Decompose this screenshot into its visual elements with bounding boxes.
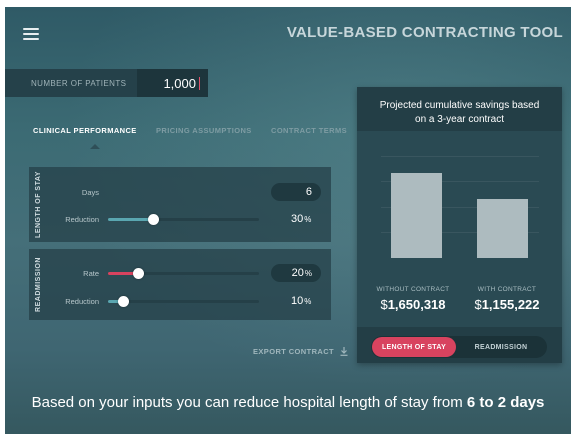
readmission-reduction-value: 10% — [291, 295, 312, 307]
bar-value-label: $1,155,222 — [474, 297, 540, 312]
rate-row: Rate 20% — [29, 264, 331, 282]
app-window: VALUE-BASED CONTRACTING TOOL NUMBER OF P… — [5, 7, 571, 434]
los-reduction-label: Reduction — [65, 214, 99, 224]
summary-text: Based on your inputs you can reduce hosp… — [5, 394, 571, 411]
number-of-patients-label: NUMBER OF PATIENTS — [31, 78, 127, 88]
days-input[interactable]: 6 — [271, 183, 321, 201]
los-reduction-slider-fill — [108, 217, 154, 221]
download-icon — [340, 347, 348, 356]
toggle-readmission[interactable]: READMISSION — [456, 337, 546, 357]
readmission-reduction-row: Reduction 10% — [29, 292, 331, 310]
los-reduction-slider-handle[interactable] — [148, 213, 160, 225]
tab-contract-terms[interactable]: CONTRACT TERMS — [271, 126, 361, 135]
rate-slider[interactable] — [108, 267, 259, 279]
los-reduction-value: 30% — [291, 213, 312, 225]
length-of-stay-panel: LENGTH OF STAY Days 6 Reduction 30% — [29, 167, 331, 242]
toggle-length-of-stay[interactable]: LENGTH OF STAY — [372, 337, 456, 357]
los-reduction-slider[interactable] — [108, 213, 259, 225]
rate-input[interactable]: 20% — [271, 264, 321, 282]
bar-category-label: WITH CONTRACT — [477, 286, 537, 293]
readmission-reduction-slider[interactable] — [108, 295, 259, 307]
rate-label: Rate — [83, 268, 99, 278]
days-row: Days 6 — [29, 183, 331, 201]
export-contract-label: EXPORT CONTRACT — [253, 347, 334, 356]
gridline — [381, 156, 539, 157]
savings-bar-chart — [381, 156, 539, 258]
tab-pricing-assumptions[interactable]: PRICING ASSUMPTIONS — [156, 126, 271, 135]
rate-slider-handle[interactable] — [133, 267, 145, 279]
savings-chart-area: WITHOUT CONTRACT WITH CONTRACT $1,650,31… — [357, 131, 562, 327]
metric-toggle: LENGTH OF STAY READMISSION — [371, 336, 547, 358]
bar-category-label: WITHOUT CONTRACT — [376, 286, 450, 293]
los-reduction-row: Reduction 30% — [29, 210, 331, 228]
tab-bar: CLINICAL PERFORMANCE PRICING ASSUMPTIONS… — [33, 126, 361, 149]
bar-with-contract — [477, 198, 528, 258]
readmission-panel: READMISSION Rate 20% Reduction 10% — [29, 249, 331, 320]
text-cursor — [199, 76, 200, 90]
readmission-reduction-label: Reduction — [65, 296, 99, 306]
summary-highlight: 6 to 2 days — [466, 394, 545, 411]
export-contract-button[interactable]: EXPORT CONTRACT — [253, 347, 348, 356]
number-of-patients-value: 1,000 — [163, 75, 196, 91]
readmission-reduction-slider-handle[interactable] — [118, 295, 130, 307]
summary-sentence: Based on your inputs you can reduce hosp… — [31, 394, 463, 411]
hamburger-menu-icon[interactable] — [23, 28, 39, 40]
savings-card: Projected cumulative savings based on a … — [357, 87, 562, 363]
bar-without-contract — [391, 172, 442, 258]
number-of-patients-input[interactable]: 1,000 — [137, 69, 208, 97]
days-label: Days — [81, 187, 99, 197]
savings-card-title: Projected cumulative savings based on a … — [379, 100, 540, 125]
app-title: VALUE-BASED CONTRACTING TOOL — [286, 24, 563, 41]
number-of-patients-field: NUMBER OF PATIENTS 1,000 — [5, 69, 208, 97]
bar-value-label: $1,650,318 — [380, 297, 446, 312]
tab-clinical-performance[interactable]: CLINICAL PERFORMANCE — [33, 126, 156, 149]
